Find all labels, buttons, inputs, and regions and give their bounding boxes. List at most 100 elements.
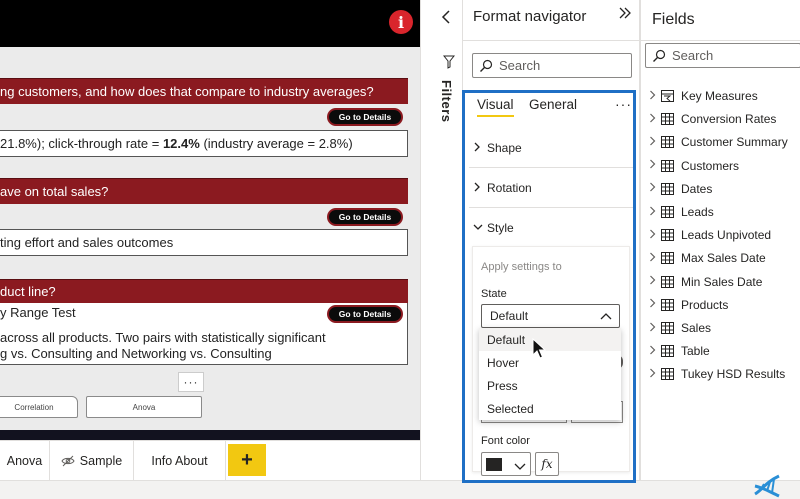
filters-pane-collapsed[interactable]: Filters: [420, 0, 462, 480]
format-search-input[interactable]: Search: [472, 53, 632, 78]
font-color-label: Font color: [481, 435, 530, 447]
state-option-hover[interactable]: Hover: [479, 351, 621, 374]
tab-general[interactable]: General: [529, 97, 577, 112]
fields-title: Fields: [652, 11, 695, 28]
tab-sample[interactable]: Sample: [50, 441, 134, 481]
table-icon: [661, 182, 675, 195]
fields-pane: Fields Search Key Measures Conversion Rat…: [640, 0, 800, 480]
field-table-label: Customer Summary: [681, 135, 788, 150]
filters-label: Filters: [439, 80, 454, 123]
table-icon: [661, 368, 675, 381]
mouse-pointer-icon: [532, 337, 547, 365]
field-table-item[interactable]: Leads Unpivoted: [649, 225, 771, 245]
state-dropdown-value: Default: [490, 309, 529, 323]
field-table-label: Leads: [681, 205, 714, 219]
search-icon: [653, 49, 666, 62]
expand-filters-icon[interactable]: [441, 10, 451, 29]
field-table-item[interactable]: Tukey HSD Results: [649, 364, 785, 384]
section-rotation[interactable]: Rotation: [473, 177, 633, 199]
table-icon: [661, 113, 675, 126]
page-nav-correlation[interactable]: Correlation: [0, 396, 78, 418]
chevron-right-icon: [649, 322, 661, 335]
go-to-details-button-3[interactable]: Go to Details: [327, 305, 403, 323]
chevron-right-icon: [649, 182, 661, 195]
chevron-right-icon: [649, 136, 661, 149]
field-table-label: Sales: [681, 321, 712, 335]
tab-anova-label: Anova: [6, 454, 43, 468]
format-search-placeholder: Search: [499, 58, 541, 73]
color-swatch: [486, 458, 502, 471]
chevron-right-icon: [649, 229, 661, 242]
tab-info-about[interactable]: Info About: [134, 441, 226, 481]
state-label: State: [481, 288, 507, 300]
font-color-picker[interactable]: [481, 452, 531, 476]
question-1-answer: 21.8%); click-through rate = 12.4% (indu…: [0, 130, 408, 157]
info-icon[interactable]: i: [389, 10, 413, 34]
go-to-details-button-1[interactable]: Go to Details: [327, 108, 403, 126]
chevron-down-icon: [473, 222, 487, 234]
chevron-right-icon: [649, 90, 661, 103]
report-bottom-bar: [0, 430, 420, 440]
chevron-right-icon: [649, 275, 661, 288]
field-table-label: Products: [681, 297, 729, 312]
state-option-selected[interactable]: Selected: [479, 397, 621, 420]
tab-info-about-label: Info About: [151, 454, 208, 468]
conditional-format-fx-button[interactable]: fx: [535, 452, 559, 476]
page-nav-anova[interactable]: Anova: [86, 396, 202, 418]
table-icon: [661, 298, 675, 311]
field-table-item[interactable]: Min Sales Date: [649, 272, 762, 292]
question-3-header: duct line?: [0, 279, 408, 303]
chevron-down-icon: [514, 459, 526, 477]
question-2-header: ave on total sales?: [0, 178, 408, 204]
measure-table-icon: [661, 90, 675, 102]
apply-settings-label: Apply settings to: [481, 261, 562, 273]
page-tabs-bar: Anova Sample Info About +: [0, 440, 420, 481]
field-table-label: Dates: [681, 181, 713, 196]
visual-more-options[interactable]: ···: [178, 372, 204, 392]
table-icon: [661, 159, 675, 172]
field-table-item[interactable]: Sales: [649, 318, 711, 338]
hidden-page-icon: [61, 455, 75, 467]
field-table-label: Conversion Rates: [681, 112, 777, 127]
state-dropdown[interactable]: Default: [481, 304, 620, 328]
field-table-item[interactable]: Dates: [649, 179, 712, 199]
table-icon: [661, 229, 675, 242]
field-table-item[interactable]: Customer Summary: [649, 132, 788, 152]
tab-sample-label: Sample: [79, 454, 123, 468]
collapse-pane-icon[interactable]: [618, 6, 632, 25]
more-options-icon[interactable]: ···: [615, 96, 632, 112]
tab-anova[interactable]: Anova: [0, 441, 50, 481]
section-shape-label: Shape: [487, 141, 522, 155]
field-table-item[interactable]: Max Sales Date: [649, 248, 766, 268]
field-table-item[interactable]: Customers: [649, 156, 739, 176]
filter-icon: [442, 55, 456, 74]
tab-visual[interactable]: Visual: [477, 97, 514, 117]
fields-search-input[interactable]: Search: [645, 43, 800, 68]
table-icon: [661, 345, 675, 358]
format-header-divider: [463, 40, 639, 41]
table-icon: [661, 322, 675, 334]
field-table-item[interactable]: Conversion Rates: [649, 109, 776, 129]
chevron-right-icon: [473, 182, 487, 195]
section-shape[interactable]: Shape: [473, 137, 633, 159]
section-style[interactable]: Style: [473, 217, 633, 239]
field-table-item[interactable]: Products: [649, 295, 728, 315]
fields-search-placeholder: Search: [672, 48, 714, 63]
table-icon: [661, 206, 675, 218]
question-1-header: ng customers, and how does that compare …: [0, 78, 408, 104]
state-option-press[interactable]: Press: [479, 374, 621, 397]
state-option-default[interactable]: Default: [479, 328, 621, 351]
section-divider: [469, 207, 633, 208]
add-page-button[interactable]: +: [228, 444, 266, 476]
field-table-label: Customers: [681, 158, 740, 173]
section-rotation-label: Rotation: [487, 181, 532, 195]
table-icon: [661, 275, 675, 288]
go-to-details-button-2[interactable]: Go to Details: [327, 208, 403, 226]
field-table-item[interactable]: Leads: [649, 202, 714, 222]
field-table-label: Max Sales Date: [681, 251, 766, 266]
field-table-item[interactable]: Table: [649, 341, 710, 361]
table-icon: [661, 252, 675, 265]
field-table-label: Table: [681, 344, 710, 359]
field-table-item[interactable]: Key Measures: [649, 86, 758, 106]
question-3-subheader: y Range Test: [0, 305, 76, 320]
